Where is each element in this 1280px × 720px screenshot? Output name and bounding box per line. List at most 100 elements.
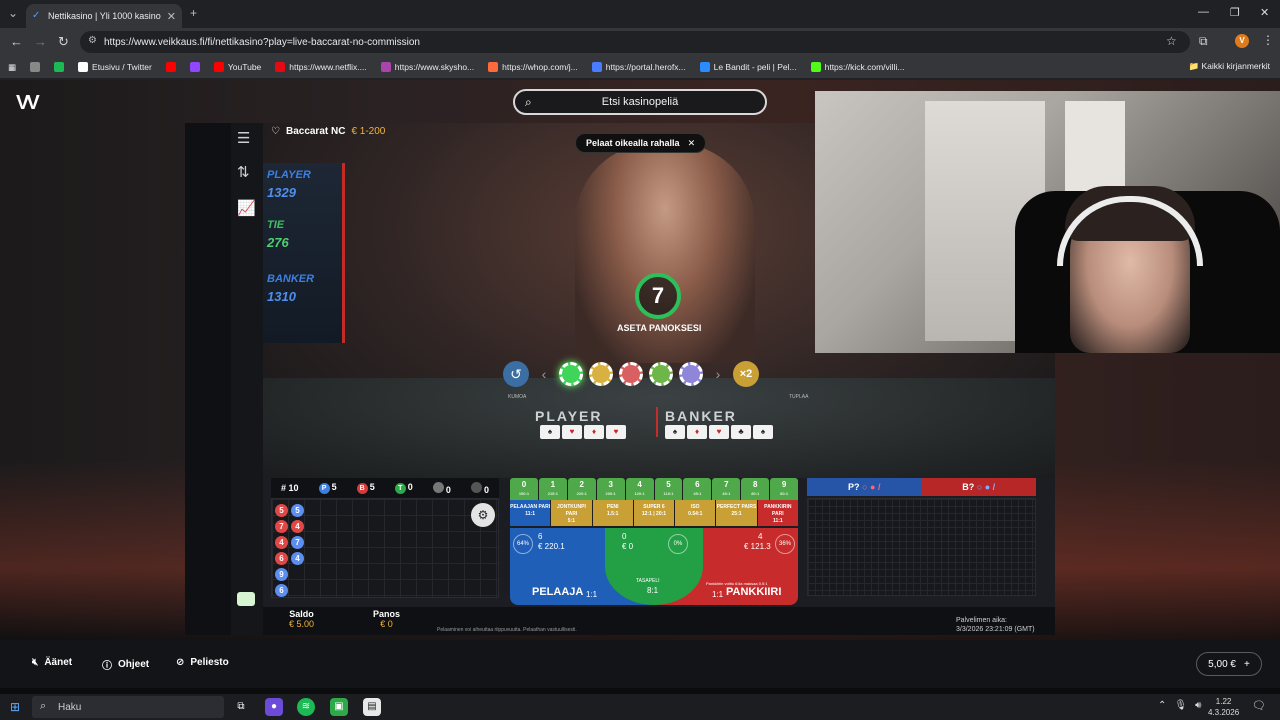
pair-bet-2[interactable]: 2 220:1 bbox=[567, 478, 596, 500]
pair-bet-1[interactable]: 1 215:1 bbox=[538, 478, 567, 500]
hamburger-menu-icon[interactable]: ☰ bbox=[237, 129, 250, 147]
stake-selector[interactable]: 5,00 € + bbox=[1196, 652, 1262, 676]
veikkaus-logo[interactable]: VV bbox=[16, 92, 40, 115]
chip-next-icon[interactable]: › bbox=[709, 366, 727, 382]
kebab-menu-icon[interactable]: ⋮ bbox=[1262, 33, 1274, 47]
chip-bar: ↺ ‹ › ×2 bbox=[503, 361, 759, 387]
double-button[interactable]: ×2 bbox=[733, 361, 759, 387]
new-tab-icon[interactable]: + bbox=[190, 6, 197, 20]
bookmark-item[interactable]: https://portal.herofx... bbox=[591, 62, 686, 72]
sounds-button[interactable]: 🔇︎ Äänet bbox=[32, 657, 72, 668]
extensions-icon[interactable]: ⧉ bbox=[1199, 34, 1208, 49]
bookmark-favicon-icon bbox=[591, 62, 602, 72]
bookmark-item[interactable]: YouTube bbox=[213, 62, 261, 72]
site-info-icon[interactable]: ⚙ bbox=[88, 35, 97, 46]
road-settings-button[interactable]: ⚙ bbox=[471, 503, 495, 527]
app-icon[interactable]: ▣ bbox=[330, 698, 348, 716]
notifications-icon[interactable]: 🗨︎ bbox=[1252, 699, 1266, 712]
forward-icon[interactable]: → bbox=[34, 34, 47, 49]
all-bookmarks-label: Kaikki kirjanmerkit bbox=[1201, 61, 1271, 71]
minimize-icon[interactable]: — bbox=[1198, 6, 1209, 18]
chevron-up-icon[interactable]: ⌃ bbox=[1158, 700, 1166, 711]
tab-search-icon[interactable]: ⌄ bbox=[8, 6, 18, 20]
banker-predict-button[interactable]: B? ○ ● / bbox=[921, 478, 1036, 496]
reload-icon[interactable]: ↻ bbox=[58, 34, 69, 50]
pair-bet-7[interactable]: 7 45:1 bbox=[712, 478, 741, 500]
site-bottom-bar: 🔇︎ Äänet ⓘ Ohjeet ⊘ Peliesto 5,00 € + bbox=[0, 640, 1280, 688]
chip-2[interactable] bbox=[589, 362, 613, 386]
sort-icon[interactable]: ⇅ bbox=[237, 163, 250, 181]
banker-odds: 1:1 bbox=[712, 590, 724, 599]
help-button[interactable]: ⓘ Ohjeet bbox=[102, 657, 149, 672]
close-window-icon[interactable]: ✕ bbox=[1260, 6, 1269, 19]
pair-bet-0[interactable]: 0 150:1 bbox=[510, 478, 538, 500]
bookmark-item[interactable]: https://www.skysho... bbox=[380, 62, 474, 72]
all-bookmarks[interactable]: 📁 Kaikki kirjanmerkit bbox=[1189, 61, 1270, 72]
pair-bet-5[interactable]: 5 110:1 bbox=[654, 478, 683, 500]
bookmark-item[interactable]: https://whop.com/j... bbox=[488, 62, 578, 72]
side-bet[interactable]: ISO 0.54:1 bbox=[675, 500, 716, 526]
spotify-icon[interactable]: ≋ bbox=[297, 698, 315, 716]
bookmark-item[interactable] bbox=[30, 62, 41, 72]
bookmark-item[interactable] bbox=[189, 62, 200, 72]
task-view-icon[interactable]: ⧉ bbox=[232, 698, 250, 716]
taskbar-search[interactable]: ⌕ Haku bbox=[32, 696, 224, 718]
side-bet[interactable]: SUPER 6 12:1 | 20:1 bbox=[633, 500, 675, 526]
pair-bet-4[interactable]: 4 120:1 bbox=[625, 478, 654, 500]
apps-icon[interactable]: ▦ bbox=[8, 62, 16, 73]
card: ♥ bbox=[709, 425, 729, 439]
stats-chart-icon[interactable]: 📈 bbox=[237, 199, 256, 217]
restore-icon[interactable]: ❐ bbox=[1230, 6, 1240, 19]
back-icon[interactable]: ← bbox=[10, 34, 23, 49]
app-icon[interactable]: ● bbox=[265, 698, 283, 716]
pair-bet-8[interactable]: 8 80:1 bbox=[741, 478, 770, 500]
side-bet[interactable]: PANKKIRIN PARI 11:1 bbox=[757, 500, 798, 526]
bookmark-item[interactable]: https://www.netflix.... bbox=[275, 62, 367, 72]
side-bet[interactable]: PELAAJAN PARI 11:1 bbox=[510, 500, 551, 526]
address-bar[interactable]: ⚙ https://www.veikkaus.fi/fi/nettikasino… bbox=[80, 31, 1190, 53]
chip-1[interactable] bbox=[559, 362, 583, 386]
heart-icon[interactable]: ♡ bbox=[271, 126, 280, 137]
profile-avatar[interactable]: V bbox=[1235, 34, 1249, 48]
chip-prev-icon[interactable]: ‹ bbox=[535, 366, 553, 382]
table-player-label: PLAYER bbox=[535, 408, 603, 424]
bookmark-item[interactable]: https://kick.com/villi... bbox=[810, 62, 904, 72]
microphone-icon[interactable]: 🎙︎ bbox=[1174, 700, 1187, 711]
bookmark-item[interactable]: Etusivu / Twitter bbox=[78, 62, 152, 72]
pair-bet-6[interactable]: 6 45:1 bbox=[683, 478, 712, 500]
bead-cell: 5 bbox=[291, 504, 304, 517]
file-icon[interactable]: ▤ bbox=[363, 698, 381, 716]
self-exclusion-button[interactable]: ⊘ Peliesto bbox=[176, 657, 229, 668]
chip-3[interactable] bbox=[619, 362, 643, 386]
bead-road: 5746965474 bbox=[271, 498, 500, 599]
undo-button[interactable]: ↺ bbox=[503, 361, 529, 387]
pair-bet-3[interactable]: 3 200:1 bbox=[596, 478, 625, 500]
clock[interactable]: 1.22 4.3.2026 bbox=[1208, 696, 1239, 718]
game-search[interactable]: ⌕ Etsi kasinopeliä bbox=[513, 89, 767, 115]
close-notice-icon[interactable]: ✕ bbox=[688, 138, 696, 149]
veikkaus-favicon-icon: ✓ bbox=[32, 10, 41, 21]
bookmark-item[interactable] bbox=[54, 62, 65, 72]
pair-odds: 110:1 bbox=[663, 491, 674, 496]
chip-4[interactable] bbox=[649, 362, 673, 386]
chat-button[interactable] bbox=[237, 592, 255, 606]
player-count: 6 bbox=[538, 532, 543, 541]
windows-start-icon[interactable]: ⊞ bbox=[10, 700, 20, 714]
bookmark-item[interactable]: Le Bandit - peli | Pel... bbox=[699, 62, 797, 72]
search-icon: ⌕ bbox=[40, 700, 47, 712]
player-predict-button[interactable]: P? ○ ● / bbox=[807, 478, 922, 496]
side-bet[interactable]: PENI 1.5:1 bbox=[592, 500, 633, 526]
bookmark-item[interactable] bbox=[165, 62, 176, 72]
browser-tab[interactable]: ✓ Nettikasino | Yli 1000 kasinope ✕ bbox=[26, 4, 182, 28]
side-bet-label: PENI bbox=[606, 504, 619, 510]
bookmark-star-icon[interactable]: ☆ bbox=[1166, 34, 1177, 48]
side-bet-odds: 25:1 bbox=[731, 511, 742, 517]
bookmark-favicon-icon bbox=[78, 62, 89, 72]
close-tab-icon[interactable]: ✕ bbox=[167, 10, 176, 23]
pair-bet-9[interactable]: 9 80:1 bbox=[770, 478, 799, 500]
volume-icon[interactable]: 🔊︎ bbox=[1195, 700, 1201, 711]
side-bet[interactable]: JONTKUNPI PARI 5:1 bbox=[551, 500, 592, 526]
scorewall-tie-label: TIE bbox=[267, 219, 285, 231]
side-bet[interactable]: PERFECT PAIRS 25:1 bbox=[716, 500, 757, 526]
chip-5[interactable] bbox=[679, 362, 703, 386]
